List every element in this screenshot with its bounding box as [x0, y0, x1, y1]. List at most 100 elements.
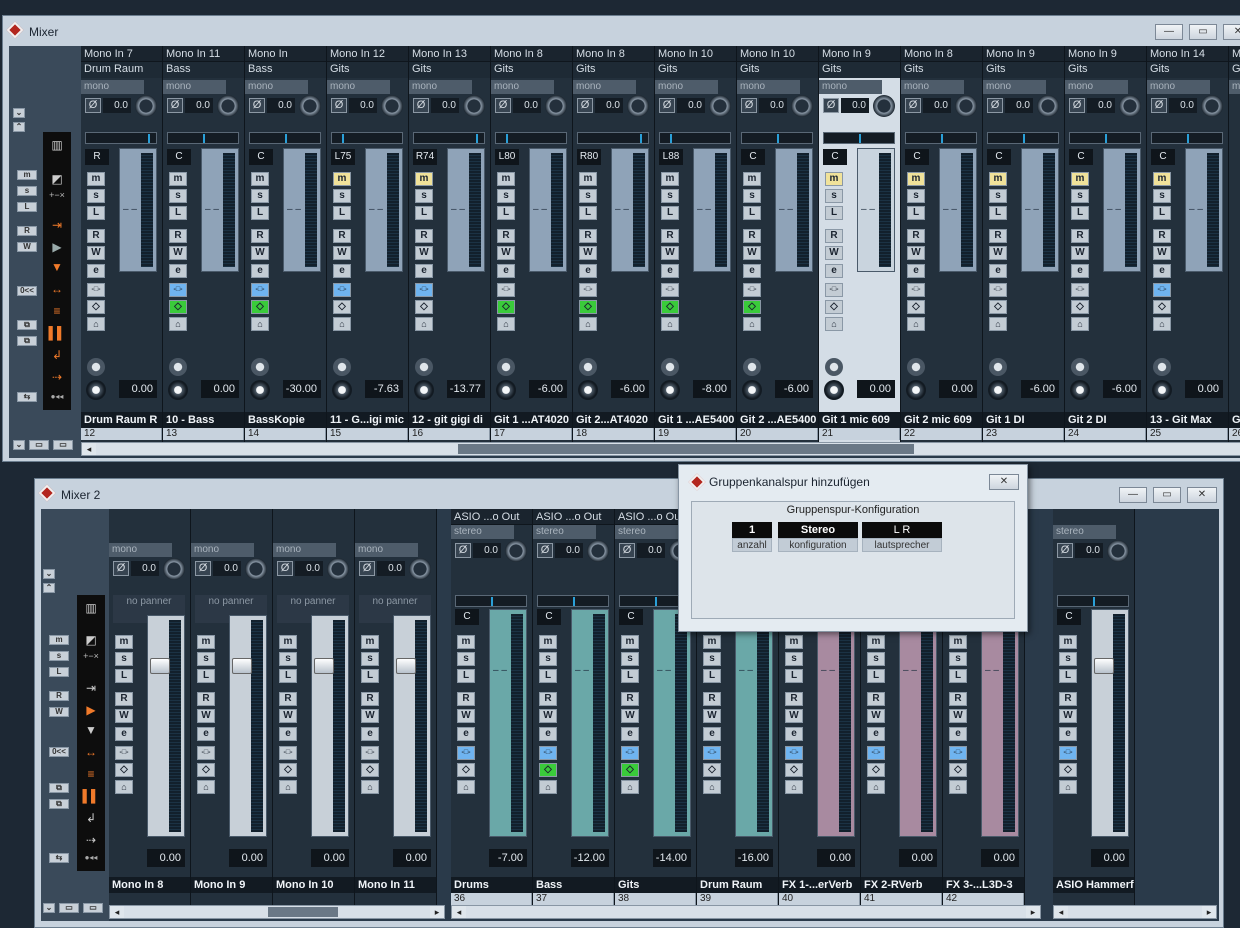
edit-button[interactable]: e	[251, 264, 269, 278]
edit-button[interactable]: e	[743, 264, 761, 278]
volume-value[interactable]: 0.00	[1185, 380, 1223, 398]
edit-button[interactable]: e	[703, 727, 721, 741]
phase-button[interactable]: Ø	[413, 98, 429, 113]
m2-copy-button[interactable]: ⧉	[49, 783, 69, 793]
edit-button[interactable]: e	[661, 264, 679, 278]
speakers-field[interactable]: L R	[862, 522, 942, 538]
view-m-button[interactable]: m	[17, 170, 37, 180]
write-button[interactable]: W	[415, 246, 433, 260]
listen-button[interactable]: L	[251, 206, 269, 220]
input-icon[interactable]: ⇥	[48, 218, 66, 232]
m2-expand-button[interactable]: ⌃	[43, 583, 55, 593]
listen-button[interactable]: L	[989, 206, 1007, 220]
channel-name[interactable]: Drum Raum R	[81, 412, 162, 428]
phase-button[interactable]: Ø	[905, 98, 921, 113]
read-button[interactable]: R	[949, 692, 967, 706]
mute-button[interactable]: m	[1071, 172, 1089, 186]
view-s-button[interactable]: s	[17, 186, 37, 196]
record-enable-button[interactable]	[578, 380, 598, 400]
scroll-left-arrow-icon[interactable]: ◂	[82, 443, 96, 455]
phase-button[interactable]: Ø	[167, 98, 183, 113]
pan-slider[interactable]	[495, 132, 567, 144]
inserts-icon[interactable]: ▼	[48, 260, 66, 274]
listen-button[interactable]: L	[579, 206, 597, 220]
edit-button[interactable]: e	[333, 264, 351, 278]
read-button[interactable]: R	[87, 229, 105, 243]
input-gain-knob[interactable]	[217, 95, 239, 117]
fader-handle[interactable]	[150, 658, 170, 674]
record-enable-button[interactable]	[660, 380, 680, 400]
listen-button[interactable]: L	[1059, 669, 1077, 683]
solo-button[interactable]: s	[457, 652, 475, 666]
edit-button[interactable]: e	[949, 727, 967, 741]
edit-button[interactable]: e	[279, 727, 297, 741]
send-bypass-button[interactable]: ⌂	[785, 780, 803, 794]
dialog-close-button[interactable]: ✕	[989, 474, 1019, 490]
insert-bypass-button[interactable]: ◇	[333, 300, 351, 314]
read-button[interactable]: R	[169, 229, 187, 243]
m2-collapse-button[interactable]: ⌄	[43, 569, 55, 579]
write-button[interactable]: W	[989, 246, 1007, 260]
m2-bottom-recall-button[interactable]: ▭	[83, 903, 103, 913]
pan-slider[interactable]	[413, 132, 485, 144]
input-gain-value[interactable]: 0.0	[1169, 98, 1197, 113]
monitor-button[interactable]: -□-	[539, 746, 557, 760]
expand-button[interactable]: ⌃	[13, 122, 25, 132]
volume-fader[interactable]: – –	[981, 609, 1019, 837]
record-enable-button[interactable]	[250, 380, 270, 400]
input-gain-knob[interactable]	[627, 95, 649, 117]
phase-button[interactable]: Ø	[659, 98, 675, 113]
group-input-label[interactable]: ASIO ...o Out	[533, 509, 614, 525]
input-gain-value[interactable]: 0.0	[677, 98, 705, 113]
volume-value[interactable]: -6.00	[1103, 380, 1141, 398]
channel-name[interactable]: 12 - git gigi di	[409, 412, 490, 428]
channel-name[interactable]: Git 1 ...AE5400	[655, 412, 736, 428]
pan-slider[interactable]	[455, 595, 527, 607]
read-button[interactable]: R	[743, 229, 761, 243]
m2-faders-icon[interactable]: ▌▌	[82, 789, 100, 803]
write-button[interactable]: W	[333, 246, 351, 260]
mute-button[interactable]: m	[333, 172, 351, 186]
send-bypass-button[interactable]: ⌂	[621, 780, 639, 794]
monitor-button[interactable]: -□-	[825, 283, 843, 297]
group-name[interactable]: FX 2-RVerb	[861, 877, 942, 893]
listen-button[interactable]: L	[1071, 206, 1089, 220]
record-enable-button[interactable]	[824, 380, 844, 400]
faders-icon[interactable]: ▌▌	[48, 326, 66, 340]
copy-button[interactable]: ⧉	[17, 320, 37, 330]
monitor-button[interactable]: -□-	[333, 283, 351, 297]
m2-eq-icon[interactable]: ≡	[82, 767, 100, 781]
pan-slider[interactable]	[577, 132, 649, 144]
write-button[interactable]: W	[197, 709, 215, 723]
monitor-button[interactable]: -□-	[1059, 746, 1077, 760]
listen-button[interactable]: L	[361, 669, 379, 683]
solo-button[interactable]: s	[415, 189, 433, 203]
input-gain-value[interactable]: 0.0	[637, 543, 665, 558]
insert-bypass-button[interactable]: ◇	[621, 763, 639, 777]
pan-slider[interactable]	[1151, 132, 1223, 144]
group-name[interactable]: Drums	[451, 877, 532, 893]
monitor-button[interactable]: -□-	[361, 746, 379, 760]
input-gain-knob[interactable]	[327, 558, 349, 580]
channel-name[interactable]: Gi	[1229, 412, 1240, 428]
channel-group-label[interactable]: Bass	[163, 62, 244, 78]
channel-name[interactable]: Mono In 8	[109, 877, 190, 893]
mute-button[interactable]: m	[867, 635, 885, 649]
monitor-button[interactable]: -□-	[415, 283, 433, 297]
sends-icon[interactable]: ↔	[48, 282, 66, 296]
listen-button[interactable]: L	[197, 669, 215, 683]
view-r-button[interactable]: R	[17, 226, 37, 236]
monitor-speaker-button[interactable]	[87, 358, 105, 376]
solo-button[interactable]: s	[743, 189, 761, 203]
volume-fader[interactable]: – –	[447, 148, 485, 272]
channel-input-label[interactable]: Mo	[1229, 46, 1240, 62]
send-bypass-button[interactable]: ⌂	[457, 780, 475, 794]
mute-button[interactable]: m	[361, 635, 379, 649]
write-button[interactable]: W	[361, 709, 379, 723]
mixer2-scrollbar-master[interactable]: ◂ ▸	[1053, 905, 1217, 919]
solo-button[interactable]: s	[949, 652, 967, 666]
write-button[interactable]: W	[621, 709, 639, 723]
listen-button[interactable]: L	[333, 206, 351, 220]
volume-fader[interactable]: – –	[857, 148, 895, 272]
channel-input-label[interactable]: Mono In	[245, 46, 326, 62]
